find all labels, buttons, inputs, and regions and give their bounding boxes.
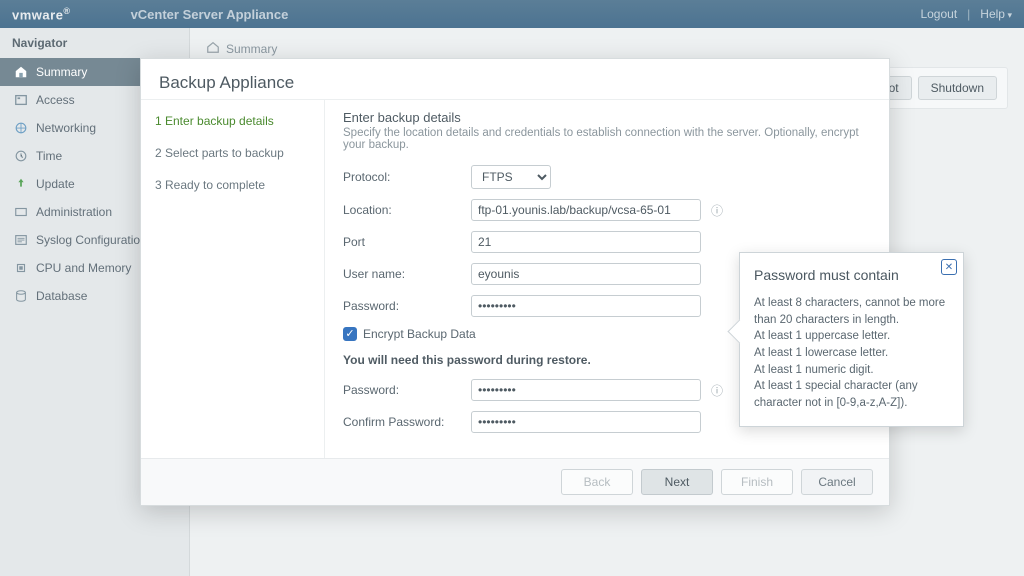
- tooltip-line: At least 1 special character (any charac…: [754, 378, 949, 411]
- back-button[interactable]: Back: [561, 469, 633, 495]
- password-input[interactable]: [471, 295, 701, 317]
- tooltip-title: Password must contain: [754, 267, 949, 283]
- port-label: Port: [343, 235, 461, 249]
- info-icon[interactable]: ⓘ: [711, 382, 723, 399]
- shutdown-button[interactable]: Shutdown: [918, 76, 997, 100]
- sidebar-item-label: Administration: [36, 205, 112, 219]
- sidebar-item-label: Syslog Configuration: [36, 233, 147, 247]
- wizard-steps: 1 Enter backup details 2 Select parts to…: [141, 100, 325, 458]
- sidebar-item-label: Summary: [36, 65, 87, 79]
- brand-logo: vmware®: [12, 6, 71, 22]
- confirm-password-input[interactable]: [471, 411, 701, 433]
- network-icon: [14, 121, 28, 135]
- password-label: Password:: [343, 299, 461, 313]
- next-button[interactable]: Next: [641, 469, 713, 495]
- home-icon[interactable]: [206, 40, 220, 57]
- breadcrumb-item[interactable]: Summary: [226, 42, 277, 56]
- location-label: Location:: [343, 203, 461, 217]
- sidebar-item-label: Access: [36, 93, 75, 107]
- port-input[interactable]: [471, 231, 701, 253]
- brand-text: vmware: [12, 7, 63, 22]
- info-icon[interactable]: ⓘ: [711, 202, 723, 219]
- top-right-links: Logout | Help: [920, 7, 1012, 21]
- username-label: User name:: [343, 267, 461, 281]
- encrypt-label: Encrypt Backup Data: [363, 327, 476, 341]
- cpu-icon: [14, 261, 28, 275]
- access-icon: [14, 93, 28, 107]
- wizard-footer: Back Next Finish Cancel: [141, 458, 889, 505]
- encrypt-password-label: Password:: [343, 383, 461, 397]
- cancel-button[interactable]: Cancel: [801, 469, 873, 495]
- syslog-icon: [14, 233, 28, 247]
- sidebar-item-label: Database: [36, 289, 87, 303]
- admin-icon: [14, 205, 28, 219]
- product-title: vCenter Server Appliance: [131, 7, 289, 22]
- section-subtitle: Specify the location details and credent…: [343, 127, 871, 151]
- home-icon: [14, 65, 28, 79]
- encrypt-checkbox[interactable]: ✓: [343, 327, 357, 341]
- tooltip-line: At least 8 characters, cannot be more th…: [754, 295, 949, 328]
- sidebar-item-label: Networking: [36, 121, 96, 135]
- wizard-step-1[interactable]: 1 Enter backup details: [155, 114, 310, 128]
- tooltip-line: At least 1 uppercase letter.: [754, 328, 949, 345]
- password-tooltip: ✕ Password must contain At least 8 chara…: [739, 252, 964, 427]
- location-input[interactable]: [471, 199, 701, 221]
- modal-title: Backup Appliance: [141, 59, 889, 100]
- separator: |: [967, 7, 970, 21]
- wizard-step-3: 3 Ready to complete: [155, 178, 310, 192]
- username-input[interactable]: [471, 263, 701, 285]
- sidebar-item-label: Time: [36, 149, 62, 163]
- tooltip-line: At least 1 numeric digit.: [754, 362, 949, 379]
- sidebar-item-label: CPU and Memory: [36, 261, 131, 275]
- nav-header: Navigator: [0, 28, 189, 58]
- wizard-step-2: 2 Select parts to backup: [155, 146, 310, 160]
- database-icon: [14, 289, 28, 303]
- encrypt-password-input[interactable]: [471, 379, 701, 401]
- logout-link[interactable]: Logout: [920, 7, 957, 21]
- finish-button[interactable]: Finish: [721, 469, 793, 495]
- top-bar: vmware® vCenter Server Appliance Logout …: [0, 0, 1024, 28]
- sidebar-item-label: Update: [36, 177, 75, 191]
- section-title: Enter backup details: [343, 110, 871, 125]
- confirm-password-label: Confirm Password:: [343, 415, 461, 429]
- clock-icon: [14, 149, 28, 163]
- protocol-label: Protocol:: [343, 170, 461, 184]
- tooltip-line: At least 1 lowercase letter.: [754, 345, 949, 362]
- close-icon[interactable]: ✕: [941, 259, 957, 275]
- help-dropdown[interactable]: Help: [980, 7, 1012, 21]
- protocol-select[interactable]: FTPS: [471, 165, 551, 189]
- update-icon: [14, 177, 28, 191]
